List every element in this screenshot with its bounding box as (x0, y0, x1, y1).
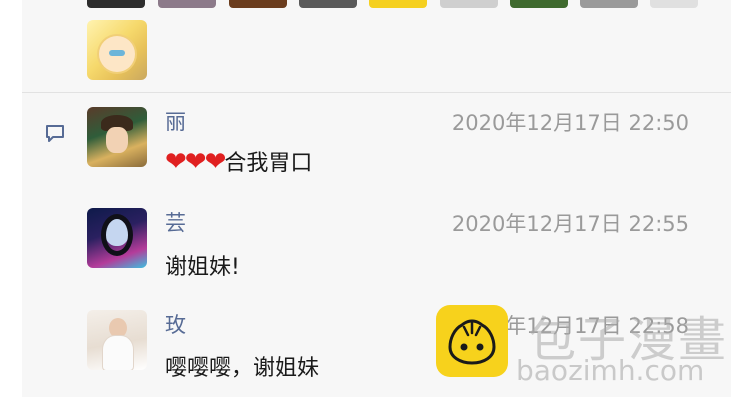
avatar[interactable] (87, 107, 147, 167)
avatar[interactable] (87, 208, 147, 268)
avatar[interactable] (87, 310, 147, 370)
like-avatar[interactable] (369, 0, 427, 8)
comment-text: 嘤嘤嘤，谢姐妹 (165, 356, 320, 381)
comment-text: ❤❤❤合我胃口 (165, 145, 312, 177)
commenter-name[interactable]: 玫 (165, 309, 186, 339)
heart-emoji: ❤❤❤ (165, 147, 226, 177)
comment-item: 芸 2020年12月17日 22:55 谢姐妹! (22, 206, 731, 306)
watermark-url: baozimh.com (516, 354, 705, 387)
like-avatar[interactable] (440, 0, 498, 8)
bun-icon (448, 319, 496, 365)
comment-time: 2020年12月17日 22:50 (451, 111, 689, 135)
like-avatars (22, 0, 731, 92)
comment-text-body: 合我胃口 (224, 151, 313, 176)
comment-text: 谢姐妹! (165, 255, 240, 280)
like-avatar[interactable] (87, 0, 145, 8)
like-avatar[interactable] (158, 0, 216, 8)
watermark-logo (436, 305, 508, 377)
commenter-name[interactable]: 丽 (165, 106, 186, 136)
like-avatar[interactable] (650, 0, 698, 8)
like-avatar[interactable] (229, 0, 287, 8)
like-avatar[interactable] (580, 0, 638, 8)
comment-item: 丽 2020年12月17日 22:50 ❤❤❤合我胃口 (22, 105, 731, 205)
divider (22, 92, 731, 93)
commenter-name[interactable]: 芸 (165, 207, 186, 237)
comment-time: 2020年12月17日 22:55 (451, 212, 689, 236)
like-avatar[interactable] (299, 0, 357, 8)
like-avatar[interactable] (87, 20, 147, 80)
like-avatar[interactable] (510, 0, 568, 8)
